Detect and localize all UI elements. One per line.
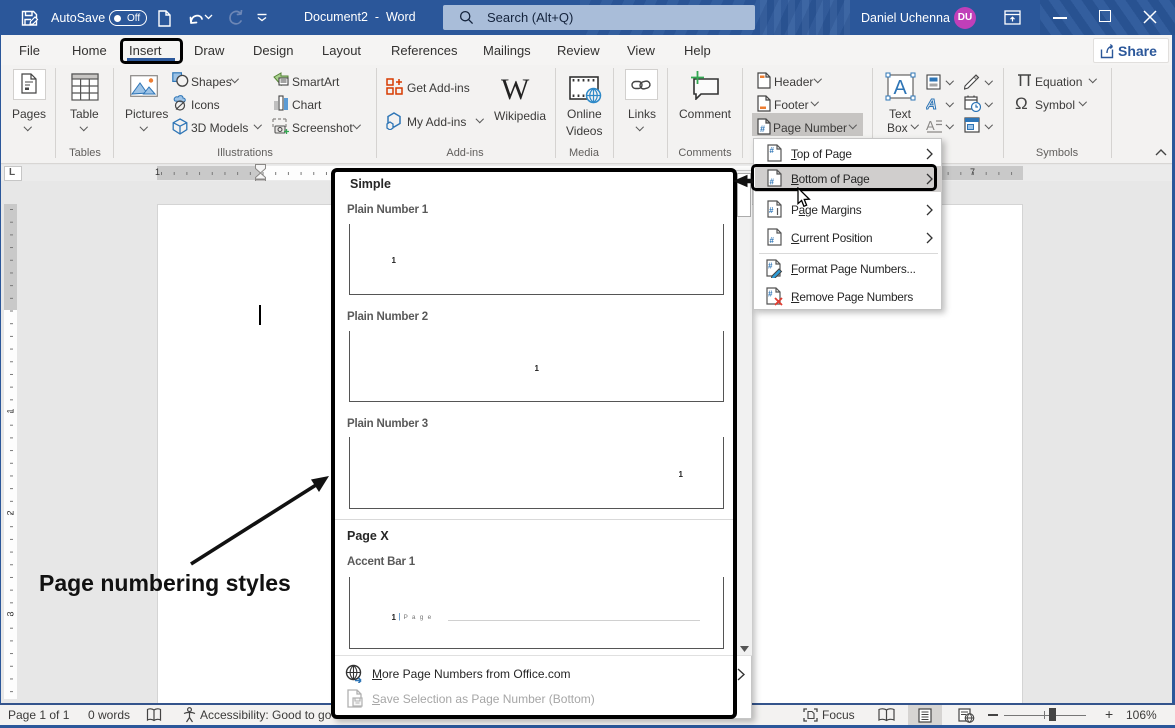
svg-text:#: # — [770, 146, 775, 155]
svg-text:#: # — [768, 290, 773, 299]
svg-text:#: # — [760, 124, 765, 134]
svg-text:#: # — [769, 206, 774, 215]
svg-text:A: A — [926, 96, 937, 111]
svg-text:A: A — [926, 118, 935, 133]
svg-text:#: # — [770, 236, 775, 245]
svg-text:#: # — [768, 262, 773, 271]
svg-text:A: A — [894, 77, 908, 99]
